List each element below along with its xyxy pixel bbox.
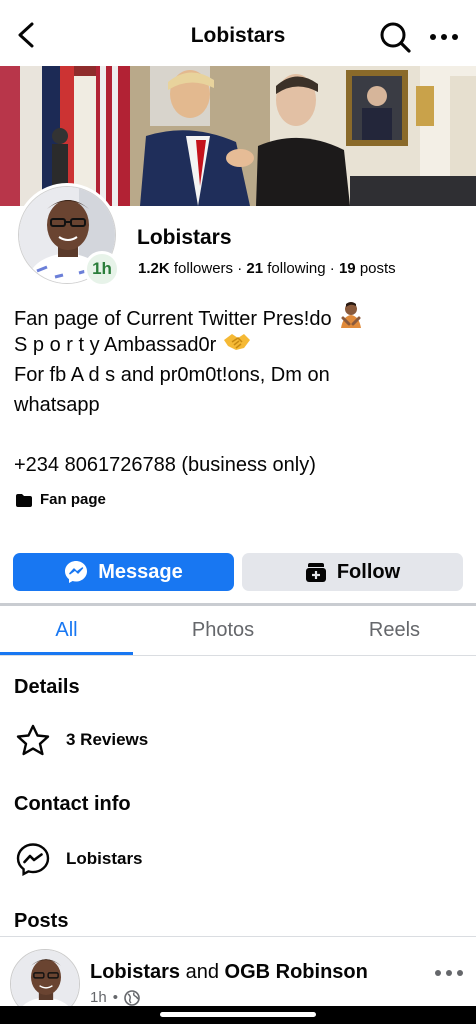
top-bar: Lobistars [0, 0, 476, 66]
message-button[interactable]: Message [13, 553, 234, 591]
bio-text: S p o r t y Ambassad0r [14, 334, 217, 356]
post-author-name[interactable]: Lobistars [90, 961, 180, 983]
post-meta: 1h • [90, 989, 140, 1006]
post-time[interactable]: 1h [90, 989, 107, 1006]
posts-count[interactable]: 19 [339, 260, 356, 277]
following-count[interactable]: 21 [246, 260, 263, 277]
follow-button[interactable]: Follow [242, 553, 463, 591]
tab-all[interactable]: All [0, 606, 133, 656]
story-time-badge[interactable]: 1h [84, 251, 120, 287]
post-author-line: Lobistars and OGB Robinson [90, 961, 368, 984]
followers-label[interactable]: followers [174, 260, 233, 277]
following-label[interactable]: following [267, 260, 325, 277]
profile-bio: Fan page of Current Twitter Pres!do S p … [14, 300, 464, 480]
handshake-emoji-icon [223, 334, 250, 350]
post-coauthor-name[interactable]: OGB Robinson [225, 961, 368, 983]
tab-photos[interactable]: Photos [133, 606, 313, 656]
more-horizontal-icon[interactable] [428, 22, 460, 52]
messenger-icon [65, 561, 88, 583]
post-author-connector: and [185, 961, 219, 983]
contact-info-title: Contact info [14, 793, 131, 815]
profile-stats: 1.2K followers · 21 following · 19 posts [138, 260, 396, 277]
bio-line: whatsapp [14, 394, 100, 416]
messenger-contact-label: Lobistars [66, 849, 143, 868]
bio-line: For fb A d s and pr0m0t!ons, Dm on [14, 364, 330, 386]
reviews-label: 3 Reviews [66, 730, 149, 749]
followers-count[interactable]: 1.2K [138, 260, 170, 277]
page-category: Fan page [16, 491, 106, 508]
profile-tabs: All Photos Reels [0, 606, 476, 656]
bio-spacer [14, 420, 464, 450]
follow-button-label: Follow [336, 560, 401, 583]
messenger-contact-row[interactable]: Lobistars [16, 842, 143, 876]
follow-icon [305, 563, 326, 582]
search-icon[interactable] [378, 20, 412, 54]
home-indicator-bar[interactable] [160, 1012, 316, 1017]
star-icon [16, 724, 50, 756]
tab-reels[interactable]: Reels [313, 606, 476, 656]
details-title: Details [14, 676, 80, 698]
message-button-label: Message [98, 560, 183, 583]
bio-line: S p o r t y Ambassad0r [14, 330, 464, 360]
posts-label[interactable]: posts [360, 260, 396, 277]
person-gesturing-emoji-icon [341, 302, 362, 328]
bio-line: Fan page of Current Twitter Pres!do [14, 300, 464, 330]
bio-text: Fan page of Current Twitter Pres!do [14, 308, 332, 330]
profile-name: Lobistars [137, 226, 232, 249]
posts-title: Posts [14, 910, 69, 932]
messenger-icon [16, 843, 50, 876]
folder-icon [16, 493, 32, 507]
stats-separator: · [329, 260, 335, 277]
reviews-row[interactable]: 3 Reviews [16, 724, 148, 756]
post-meta-separator: • [112, 989, 118, 1006]
stats-separator: · [237, 260, 243, 277]
active-tab-indicator [0, 652, 133, 655]
category-label: Fan page [40, 491, 106, 508]
more-horizontal-icon[interactable] [434, 967, 464, 979]
bio-phone[interactable]: +234 8061726788 (business only) [14, 450, 464, 480]
globe-icon [124, 989, 140, 1006]
